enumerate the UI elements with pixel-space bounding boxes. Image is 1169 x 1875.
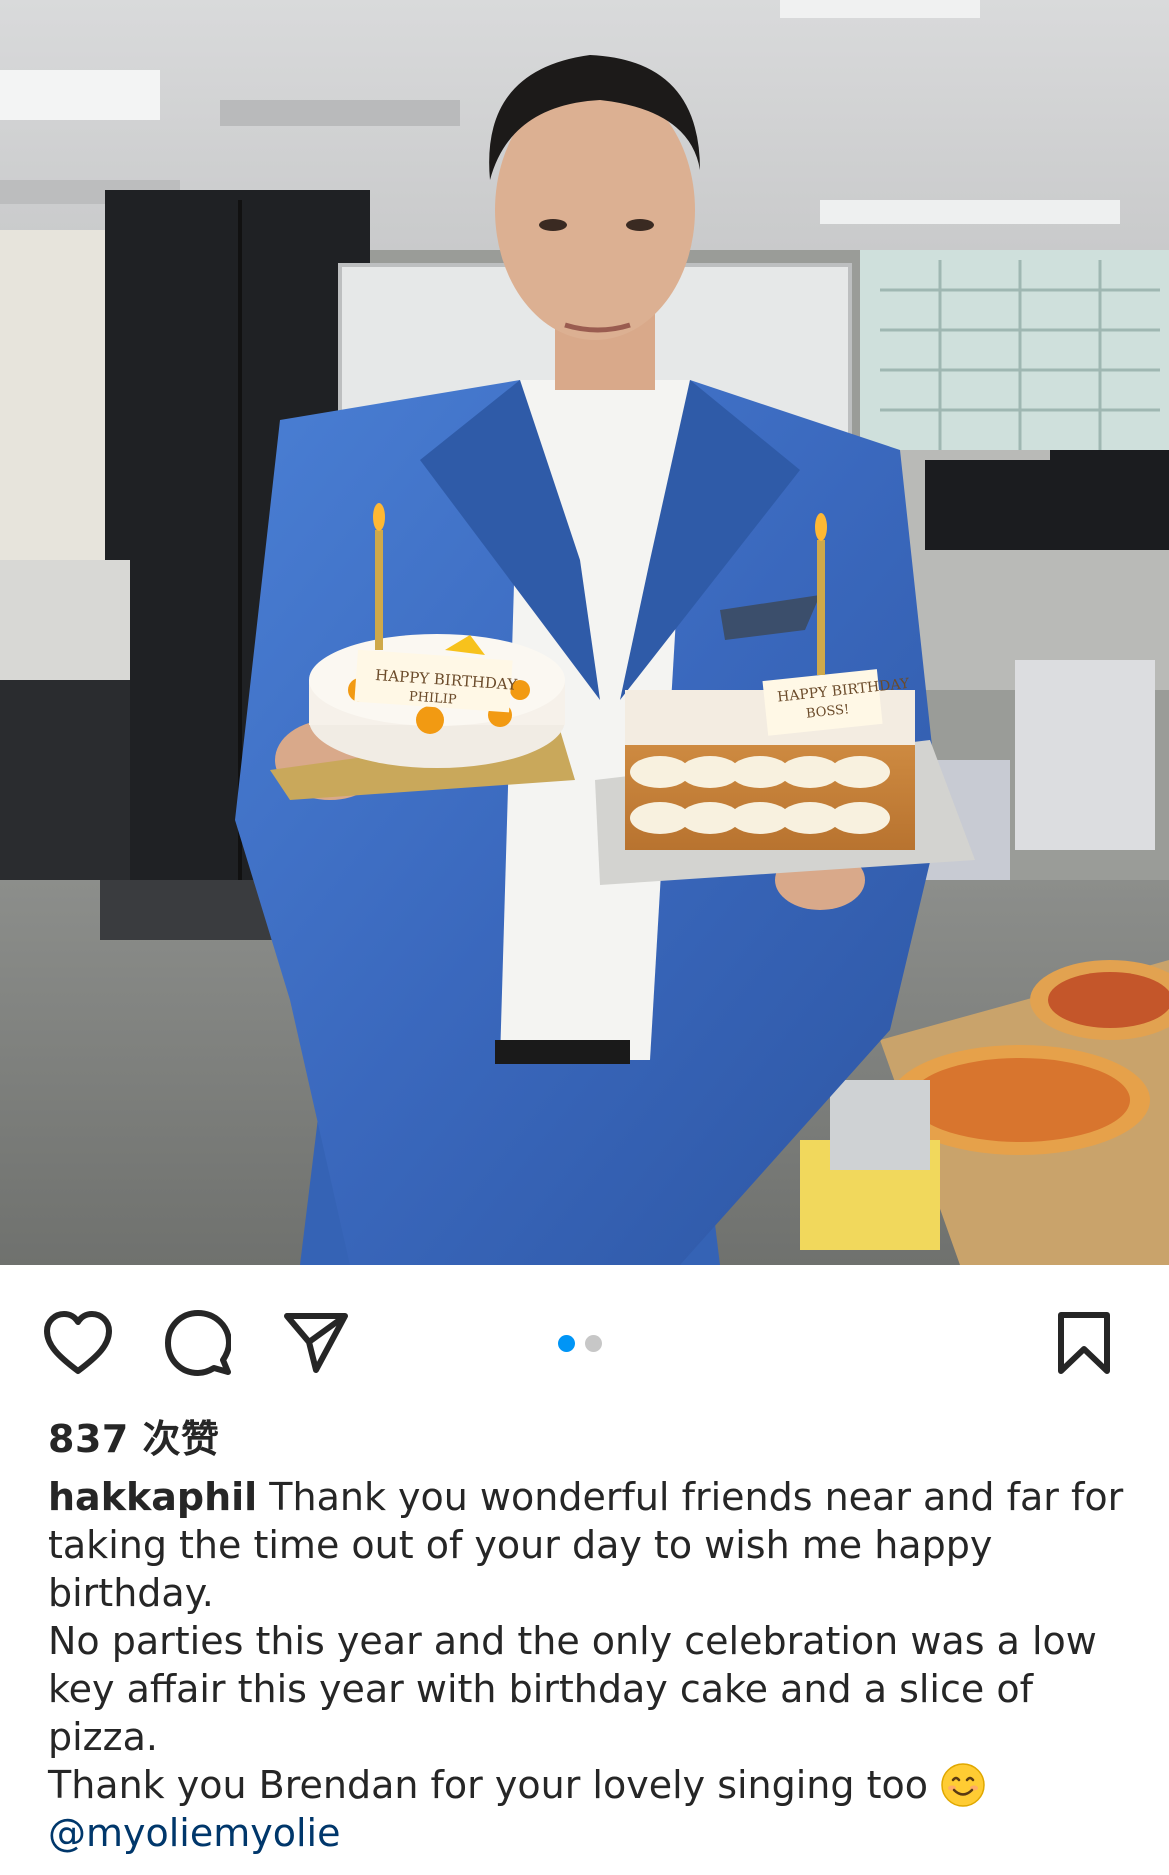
carousel-indicator: [558, 1335, 602, 1352]
carousel-dot-active[interactable]: [558, 1335, 575, 1352]
caption-paragraph-3: Thank you Brendan for your lovely singin…: [48, 1761, 1133, 1809]
likes-count[interactable]: 837 次赞: [48, 1408, 220, 1463]
post-photo[interactable]: HAPPY BIRTHDAY PHILIP HAPPY BIRTHDAY BOS…: [0, 0, 1169, 1265]
paper-plane-icon[interactable]: [276, 1303, 356, 1383]
caption-paragraph-4: @myoliemyolie: [48, 1809, 1133, 1857]
caption-paragraph-2: No parties this year and the only celebr…: [48, 1619, 1097, 1759]
bookmark-icon[interactable]: [1044, 1303, 1124, 1383]
heart-icon[interactable]: [38, 1303, 118, 1383]
comment-icon[interactable]: [158, 1303, 238, 1383]
action-bar: [0, 1265, 1169, 1405]
mention-link[interactable]: @myoliemyolie: [48, 1811, 341, 1855]
caption-line-3: Thank you Brendan for your lovely singin…: [48, 1763, 928, 1807]
carousel-dot[interactable]: [585, 1335, 602, 1352]
username-link[interactable]: hakkaphil: [48, 1475, 257, 1519]
caption-paragraph-1: hakkaphil Thank you wonderful friends ne…: [48, 1473, 1133, 1617]
instagram-post: HAPPY BIRTHDAY PHILIP HAPPY BIRTHDAY BOS…: [0, 0, 1169, 1875]
caption: hakkaphil Thank you wonderful friends ne…: [48, 1473, 1133, 1857]
smiling-face-emoji: [941, 1763, 985, 1807]
